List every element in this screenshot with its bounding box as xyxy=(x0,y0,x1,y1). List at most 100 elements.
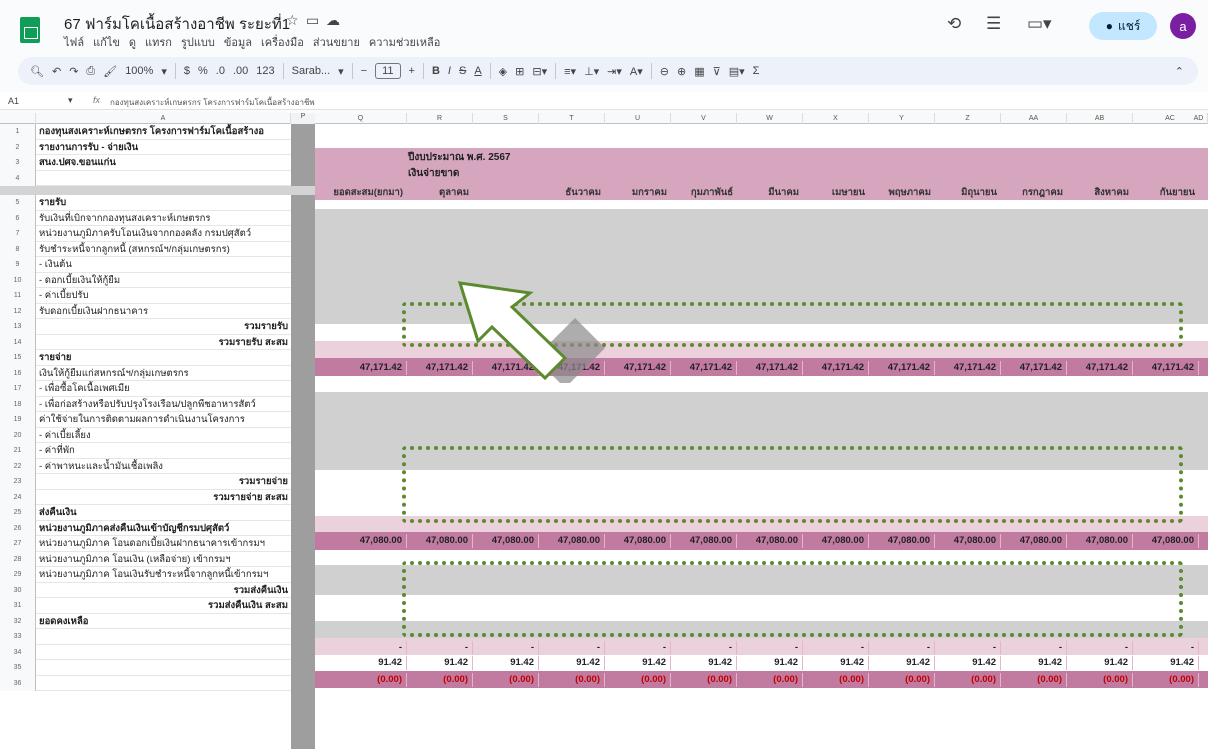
value-cell[interactable]: 91.42 xyxy=(473,656,539,670)
comments-icon[interactable]: ☰ xyxy=(986,14,1001,34)
formula-input[interactable]: กองทุนสงเคราะห์เกษตรกร โครงการฟาร์มโคเนื… xyxy=(110,96,315,109)
value-cell[interactable]: - xyxy=(1067,641,1133,655)
column-header[interactable]: W xyxy=(737,113,803,124)
row-number[interactable]: 9 xyxy=(0,257,36,273)
value-cell[interactable]: 47,171.42 xyxy=(869,361,935,375)
paint-format-icon[interactable]: 🖌︎ xyxy=(103,65,117,78)
functions-icon[interactable]: Σ xyxy=(753,65,760,77)
column-header[interactable]: S xyxy=(473,113,539,124)
star-icon[interactable]: ☆ xyxy=(286,12,299,29)
value-cell[interactable]: 47,080.00 xyxy=(803,534,869,548)
row-number[interactable]: 2 xyxy=(0,139,36,155)
row-label-cell[interactable] xyxy=(36,171,291,186)
value-cell[interactable]: 47,171.42 xyxy=(803,361,869,375)
value-cell[interactable]: - xyxy=(869,641,935,655)
zoom-select[interactable]: 100% xyxy=(125,65,153,77)
font-size-increase-icon[interactable]: + xyxy=(409,65,415,77)
row-label-cell[interactable]: - ค่าเบี้ยปรับ xyxy=(36,288,291,304)
value-cell[interactable]: 47,080.00 xyxy=(605,534,671,548)
row-label-cell[interactable]: ยอดคงเหลือ xyxy=(36,614,291,629)
name-box[interactable]: A1 xyxy=(8,96,19,106)
row-number[interactable]: 25 xyxy=(0,505,36,521)
select-all-corner[interactable] xyxy=(0,113,36,124)
row-number[interactable]: 7 xyxy=(0,226,36,242)
bold-icon[interactable]: B xyxy=(432,65,440,77)
row-label-cell[interactable]: หน่วยงานภูมิภาค โอนเงินรับชำระหนี้จากลูก… xyxy=(36,567,291,583)
row-number[interactable]: 19 xyxy=(0,412,36,428)
row-number[interactable]: 21 xyxy=(0,443,36,459)
row-number[interactable]: 26 xyxy=(0,520,36,536)
value-cell[interactable]: (0.00) xyxy=(935,673,1001,687)
row-label-cell[interactable]: หน่วยงานภูมิภาครับโอนเงินจากกองคลัง กรมป… xyxy=(36,226,291,242)
column-header[interactable]: AD xyxy=(1190,113,1208,124)
value-cell[interactable]: (0.00) xyxy=(869,673,935,687)
row-label-cell[interactable]: ค่าใช้จ่ายในการติดตามผลการดำเนินงานโครงก… xyxy=(36,412,291,428)
value-cell[interactable]: (0.00) xyxy=(1133,673,1199,687)
row-number[interactable]: 32 xyxy=(0,613,36,629)
row-number[interactable]: 5 xyxy=(0,195,36,211)
row-number[interactable]: 24 xyxy=(0,489,36,505)
row-label-cell[interactable]: หน่วยงานภูมิภาคส่งคืนเงินเข้าบัญชีกรมปศุ… xyxy=(36,521,291,536)
row-label-cell[interactable] xyxy=(36,660,291,676)
value-cell[interactable]: 9 xyxy=(1199,656,1208,670)
value-cell[interactable]: (0.00) xyxy=(605,673,671,687)
value-cell[interactable]: 91.42 xyxy=(315,656,407,670)
value-cell[interactable]: - xyxy=(935,641,1001,655)
chevron-down-icon[interactable]: ▾ xyxy=(338,65,344,78)
insert-chart-icon[interactable]: ▦ xyxy=(694,65,704,78)
value-cell[interactable]: (( xyxy=(1199,673,1208,687)
value-cell[interactable]: 47,080.00 xyxy=(1001,534,1067,548)
value-cell[interactable]: 47,080.00 xyxy=(539,534,605,548)
value-cell[interactable]: 47,171.42 xyxy=(737,361,803,375)
row-number[interactable]: 4 xyxy=(0,170,36,186)
chevron-down-icon[interactable]: ▾ xyxy=(161,65,167,78)
meet-icon[interactable]: ▭▾ xyxy=(1027,14,1052,34)
menu-item[interactable]: แก้ไข xyxy=(93,33,120,51)
value-cell[interactable]: - xyxy=(315,641,407,655)
row-number[interactable]: 36 xyxy=(0,675,36,691)
column-header[interactable]: X xyxy=(803,113,869,124)
text-color-icon[interactable]: A xyxy=(474,65,481,77)
value-cell[interactable]: (0.00) xyxy=(315,673,407,687)
value-cell[interactable]: 47,080.00 xyxy=(1067,534,1133,548)
row-number[interactable]: 15 xyxy=(0,350,36,366)
value-cell[interactable]: (0.00) xyxy=(1067,673,1133,687)
column-header-P[interactable]: P xyxy=(291,113,315,124)
row-number[interactable]: 11 xyxy=(0,288,36,304)
row-label-cell[interactable]: รวมรายจ่าย xyxy=(36,474,291,490)
menu-item[interactable]: ไฟล์ xyxy=(64,33,84,51)
row-number[interactable]: 30 xyxy=(0,582,36,598)
value-cell[interactable]: 91.42 xyxy=(869,656,935,670)
value-cell[interactable]: 47,080.00 xyxy=(869,534,935,548)
decrease-decimal-button[interactable]: .0 xyxy=(216,65,225,77)
value-cell[interactable]: 47,171.42 xyxy=(1067,361,1133,375)
row-label-cell[interactable]: - ดอกเบี้ยเงินให้กู้ยืม xyxy=(36,273,291,288)
row-number[interactable]: 29 xyxy=(0,567,36,583)
row-label-cell[interactable]: รวมส่งคืนเงิน xyxy=(36,583,291,598)
fill-color-icon[interactable]: ◈ xyxy=(499,65,507,78)
value-cell[interactable]: 47,080.00 xyxy=(671,534,737,548)
row-label-cell[interactable]: รับดอกเบี้ยเงินฝากธนาคาร xyxy=(36,304,291,319)
column-header[interactable]: Z xyxy=(935,113,1001,124)
row-label-cell[interactable]: - ค่าที่พัก xyxy=(36,443,291,459)
value-cell[interactable]: - xyxy=(737,641,803,655)
share-button[interactable]: ● แชร์ xyxy=(1089,12,1157,40)
row-label-cell[interactable]: รวมส่งคืนเงิน สะสม xyxy=(36,598,291,614)
column-header[interactable]: AB xyxy=(1067,113,1133,124)
row-label-cell[interactable]: - เพื่อก่อสร้างหรือปรับปรุงโรงเรือน/ปลูก… xyxy=(36,397,291,412)
vertical-align-icon[interactable]: ⊥▾ xyxy=(584,65,599,78)
value-cell[interactable]: 47,171.42 xyxy=(315,361,407,375)
avatar[interactable]: a xyxy=(1170,13,1196,39)
value-cell[interactable]: 91.42 xyxy=(1001,656,1067,670)
row-label-cell[interactable]: รวมรายจ่าย สะสม xyxy=(36,490,291,505)
row-label-cell[interactable]: - เงินต้น xyxy=(36,257,291,273)
row-label-cell[interactable]: รายงานการรับ - จ่ายเงิน xyxy=(36,140,291,155)
font-select[interactable]: Sarab... xyxy=(292,65,331,77)
spreadsheet-grid[interactable]: A Q R S T U V W X Y Z AA AB AC AD P 1 กองทุนสงเคราะห์เก… xyxy=(0,113,1208,749)
row-number[interactable]: 12 xyxy=(0,303,36,319)
row-label-cell[interactable] xyxy=(36,629,291,645)
value-cell[interactable]: - xyxy=(407,641,473,655)
more-formats-button[interactable]: 123 xyxy=(256,65,274,77)
row-label-cell[interactable]: รับชำระหนี้จากลูกหนี้ (สหกรณ์ฯ/กลุ่มเกษต… xyxy=(36,242,291,257)
row-number[interactable]: 22 xyxy=(0,458,36,474)
